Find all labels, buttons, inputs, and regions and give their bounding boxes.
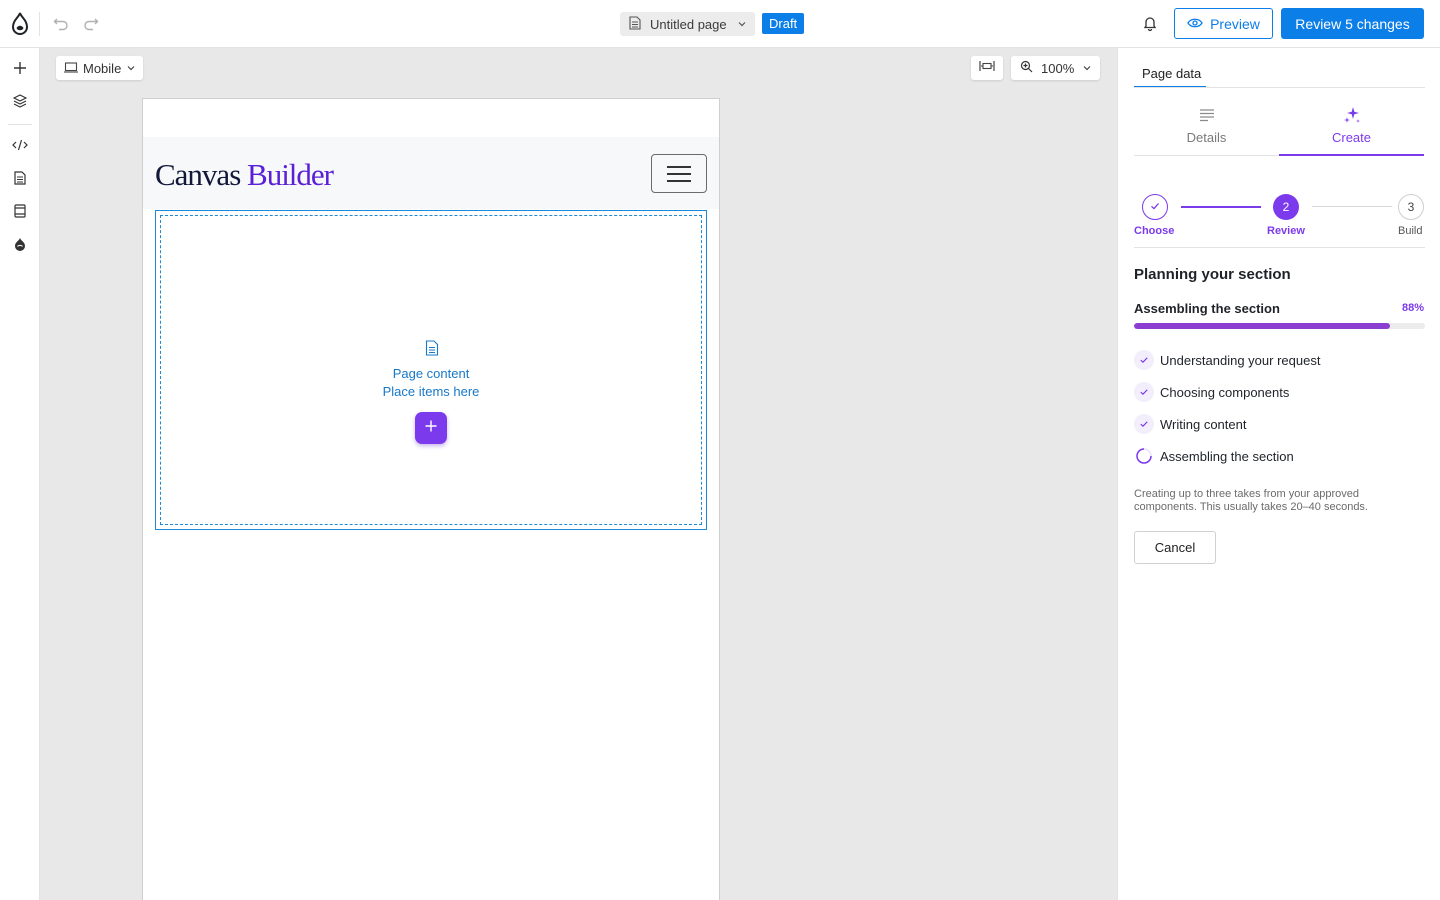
eye-icon (1187, 16, 1203, 32)
help-note: Creating up to three takes from your app… (1134, 488, 1368, 513)
bell-icon[interactable] (1141, 14, 1159, 32)
zoom-selector[interactable]: 100% (1011, 56, 1100, 80)
step-label-build: Build (1398, 225, 1423, 237)
right-panel: Page data Details Create 2 3 Choose Revi… (1117, 48, 1440, 900)
task-item: Understanding your request (1134, 350, 1320, 370)
subtab-details[interactable]: Details (1134, 106, 1279, 156)
section-title: Planning your section (1134, 266, 1291, 283)
text-lines-icon (1198, 106, 1216, 124)
chevron-down-icon (126, 61, 136, 76)
task-label: Assembling the section (1160, 448, 1294, 464)
undo-icon[interactable] (51, 14, 71, 34)
slot-title: Page content (392, 366, 470, 381)
fit-width-icon (979, 59, 995, 77)
canvas-area: Mobile 100% Canvas Builder Page content … (40, 48, 1117, 900)
preview-label: Preview (1210, 15, 1260, 32)
redo-icon[interactable] (81, 14, 101, 34)
spinner-icon (1134, 446, 1154, 466)
check-icon (1134, 350, 1154, 370)
viewport-selector[interactable]: Mobile (56, 56, 143, 80)
content-slot-dropzone[interactable]: Page content Place items here (160, 215, 702, 525)
subtab-create-label: Create (1331, 130, 1372, 145)
step-label-review: Review (1267, 225, 1305, 237)
page-selector[interactable]: Untitled page (620, 12, 755, 36)
top-bar: Untitled page Draft Preview Review 5 cha… (0, 0, 1440, 48)
hamburger-bar (667, 166, 691, 168)
task-label: Writing content (1160, 416, 1247, 432)
brand-word-2: Builder (247, 157, 334, 192)
preview-frame: Canvas Builder Page content Place items … (142, 98, 720, 900)
drupal-drop-icon[interactable] (11, 235, 29, 253)
check-icon (1134, 414, 1154, 434)
subtab-details-label: Details (1186, 130, 1227, 145)
step-label-choose: Choose (1134, 225, 1175, 237)
step-build[interactable]: 3 (1398, 194, 1424, 220)
sparkle-icon (1343, 106, 1361, 124)
step-connector (1181, 206, 1261, 208)
step-review[interactable]: 2 (1273, 194, 1299, 220)
chevron-down-icon (737, 17, 747, 32)
laptop-icon (64, 61, 78, 76)
hamburger-menu-button[interactable] (651, 154, 707, 193)
task-item: Assembling the section (1134, 446, 1294, 466)
stepper-divider (1134, 247, 1425, 248)
document-icon (425, 340, 439, 356)
document-icon (629, 15, 641, 33)
cancel-button[interactable]: Cancel (1134, 531, 1216, 564)
rail-divider (8, 124, 32, 125)
fit-width-button[interactable] (971, 56, 1003, 80)
plus-icon[interactable] (11, 59, 29, 77)
brand-word-1: Canvas (155, 157, 241, 192)
check-icon (1149, 200, 1161, 215)
task-label: Understanding your request (1160, 352, 1321, 368)
preview-button[interactable]: Preview (1174, 8, 1273, 39)
layers-icon[interactable] (11, 92, 29, 110)
task-label: Choosing components (1160, 384, 1290, 400)
template-icon[interactable] (11, 202, 29, 220)
slot-subtitle: Place items here (382, 384, 480, 399)
site-brand[interactable]: Canvas Builder (155, 157, 334, 193)
plus-icon (424, 419, 438, 438)
zoom-label: 100% (1041, 60, 1075, 76)
zoom-icon (1020, 60, 1033, 76)
status-badge: Draft (762, 13, 805, 34)
progress-bar (1134, 323, 1425, 329)
viewport-label: Mobile (83, 60, 122, 76)
code-icon[interactable] (11, 136, 29, 154)
task-item: Writing content (1134, 414, 1246, 434)
add-component-button[interactable] (415, 412, 447, 444)
hamburger-bar (667, 173, 691, 175)
check-icon (1134, 382, 1154, 402)
page-icon[interactable] (11, 169, 29, 187)
tab-underline (1134, 87, 1425, 88)
progress-percent: 88% (1401, 302, 1424, 314)
progress-bar-fill (1134, 323, 1391, 329)
toolbar-divider (39, 12, 40, 36)
review-changes-button[interactable]: Review 5 changes (1281, 8, 1424, 39)
tab-page-data[interactable]: Page data (1134, 64, 1206, 88)
drupal-logo-icon[interactable] (10, 12, 30, 36)
step-connector (1312, 206, 1392, 207)
hamburger-bar (667, 180, 691, 182)
task-item: Choosing components (1134, 382, 1289, 402)
progress-label: Assembling the section (1134, 301, 1280, 316)
subtab-create[interactable]: Create (1279, 106, 1424, 156)
content-slot[interactable]: Page content Place items here (155, 210, 707, 530)
chevron-down-icon (1082, 61, 1092, 76)
site-header: Canvas Builder (143, 137, 719, 209)
left-rail (0, 48, 40, 900)
page-name: Untitled page (650, 16, 727, 32)
step-choose[interactable] (1142, 194, 1168, 220)
